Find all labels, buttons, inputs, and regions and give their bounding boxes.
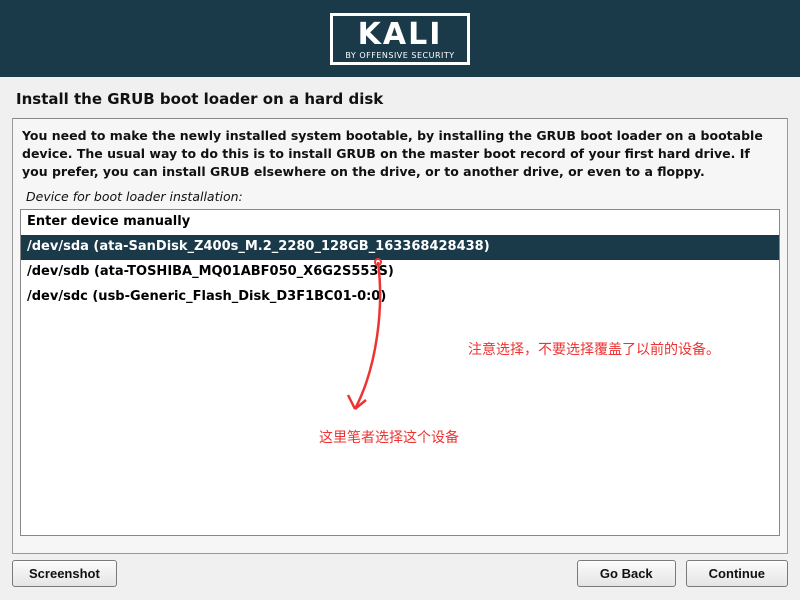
- logo-title: KALI: [345, 20, 454, 50]
- installer-header: KALI BY OFFENSIVE SECURITY: [0, 0, 800, 77]
- device-list[interactable]: Enter device manually/dev/sda (ata-SanDi…: [20, 209, 780, 536]
- device-option[interactable]: /dev/sdc (usb-Generic_Flash_Disk_D3F1BC0…: [21, 285, 779, 310]
- content-frame: You need to make the newly installed sys…: [12, 118, 788, 554]
- device-option[interactable]: Enter device manually: [21, 210, 779, 235]
- device-field-label: Device for boot loader installation:: [20, 187, 780, 209]
- button-bar: Screenshot Go Back Continue: [0, 554, 800, 600]
- page-title: Install the GRUB boot loader on a hard d…: [0, 77, 800, 118]
- kali-logo: KALI BY OFFENSIVE SECURITY: [330, 13, 469, 65]
- continue-button[interactable]: Continue: [686, 560, 788, 587]
- device-option[interactable]: /dev/sdb (ata-TOSHIBA_MQ01ABF050_X6G2S55…: [21, 260, 779, 285]
- go-back-button[interactable]: Go Back: [577, 560, 676, 587]
- device-option[interactable]: /dev/sda (ata-SanDisk_Z400s_M.2_2280_128…: [21, 235, 779, 260]
- logo-subtitle: BY OFFENSIVE SECURITY: [345, 51, 454, 60]
- screenshot-button[interactable]: Screenshot: [12, 560, 117, 587]
- instruction-text: You need to make the newly installed sys…: [20, 127, 780, 187]
